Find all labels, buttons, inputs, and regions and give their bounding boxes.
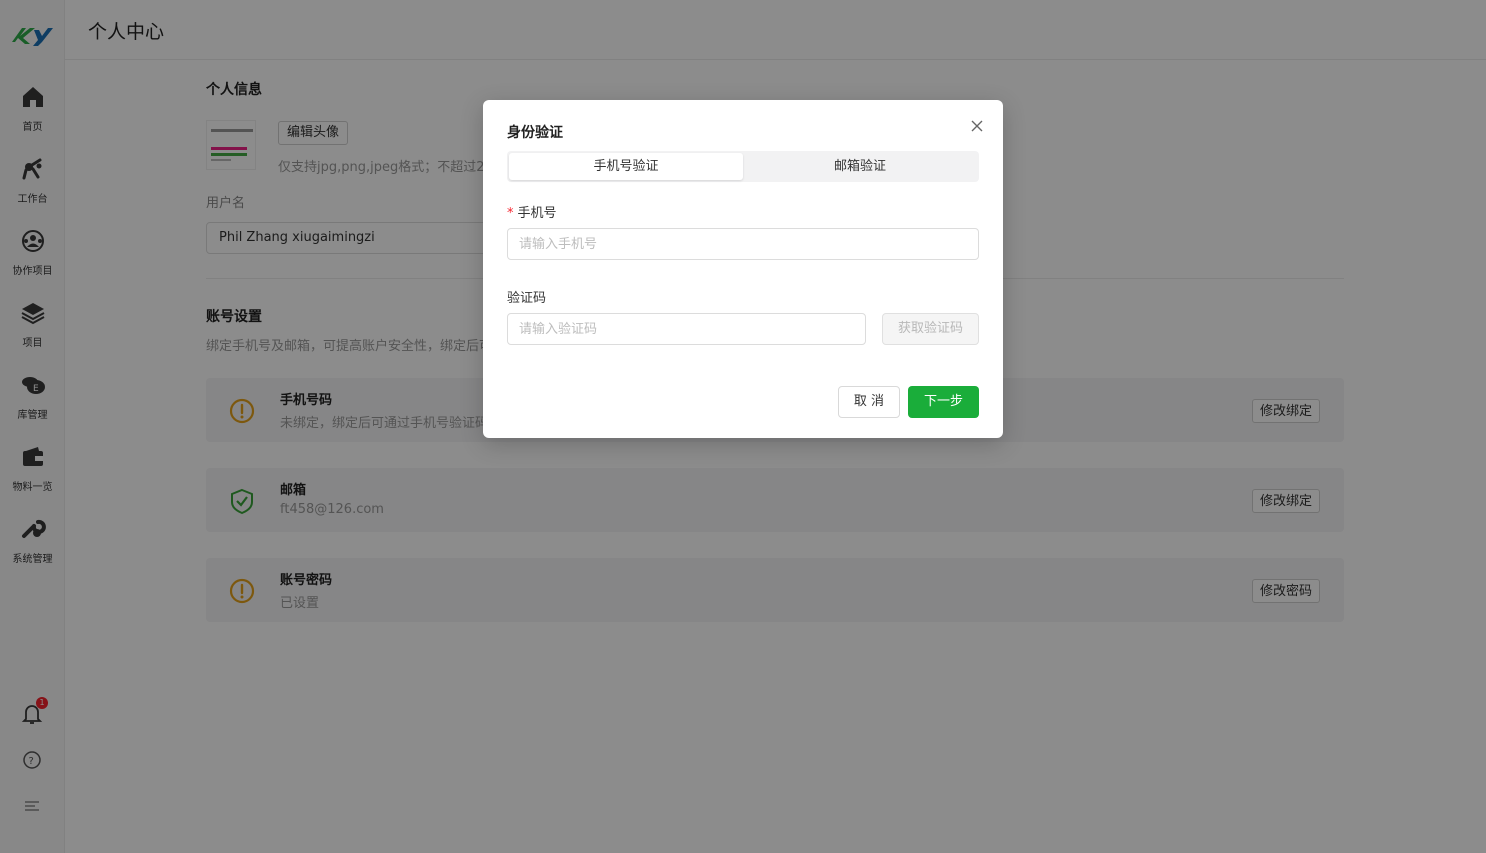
tab-phone-verification[interactable]: 手机号验证 [509,153,743,180]
identity-verification-dialog: 身份验证 手机号验证 邮箱验证 *手机号 验证码 获取验证码 取 消 下一步 [483,100,1003,438]
verification-method-tabs: 手机号验证 邮箱验证 [507,151,979,182]
code-label: 验证码 [507,291,547,306]
required-mark: * [507,206,514,221]
dialog-title: 身份验证 [507,125,563,141]
close-icon[interactable] [969,118,985,134]
verification-code-input[interactable] [507,313,866,345]
next-step-button[interactable]: 下一步 [908,386,979,418]
tab-email-verification[interactable]: 邮箱验证 [743,153,977,180]
get-code-button[interactable]: 获取验证码 [882,313,979,345]
phone-label-text: 手机号 [517,206,557,221]
phone-label: * 手机号 [507,202,557,221]
cancel-button[interactable]: 取 消 [838,386,900,418]
phone-input[interactable] [507,228,979,260]
